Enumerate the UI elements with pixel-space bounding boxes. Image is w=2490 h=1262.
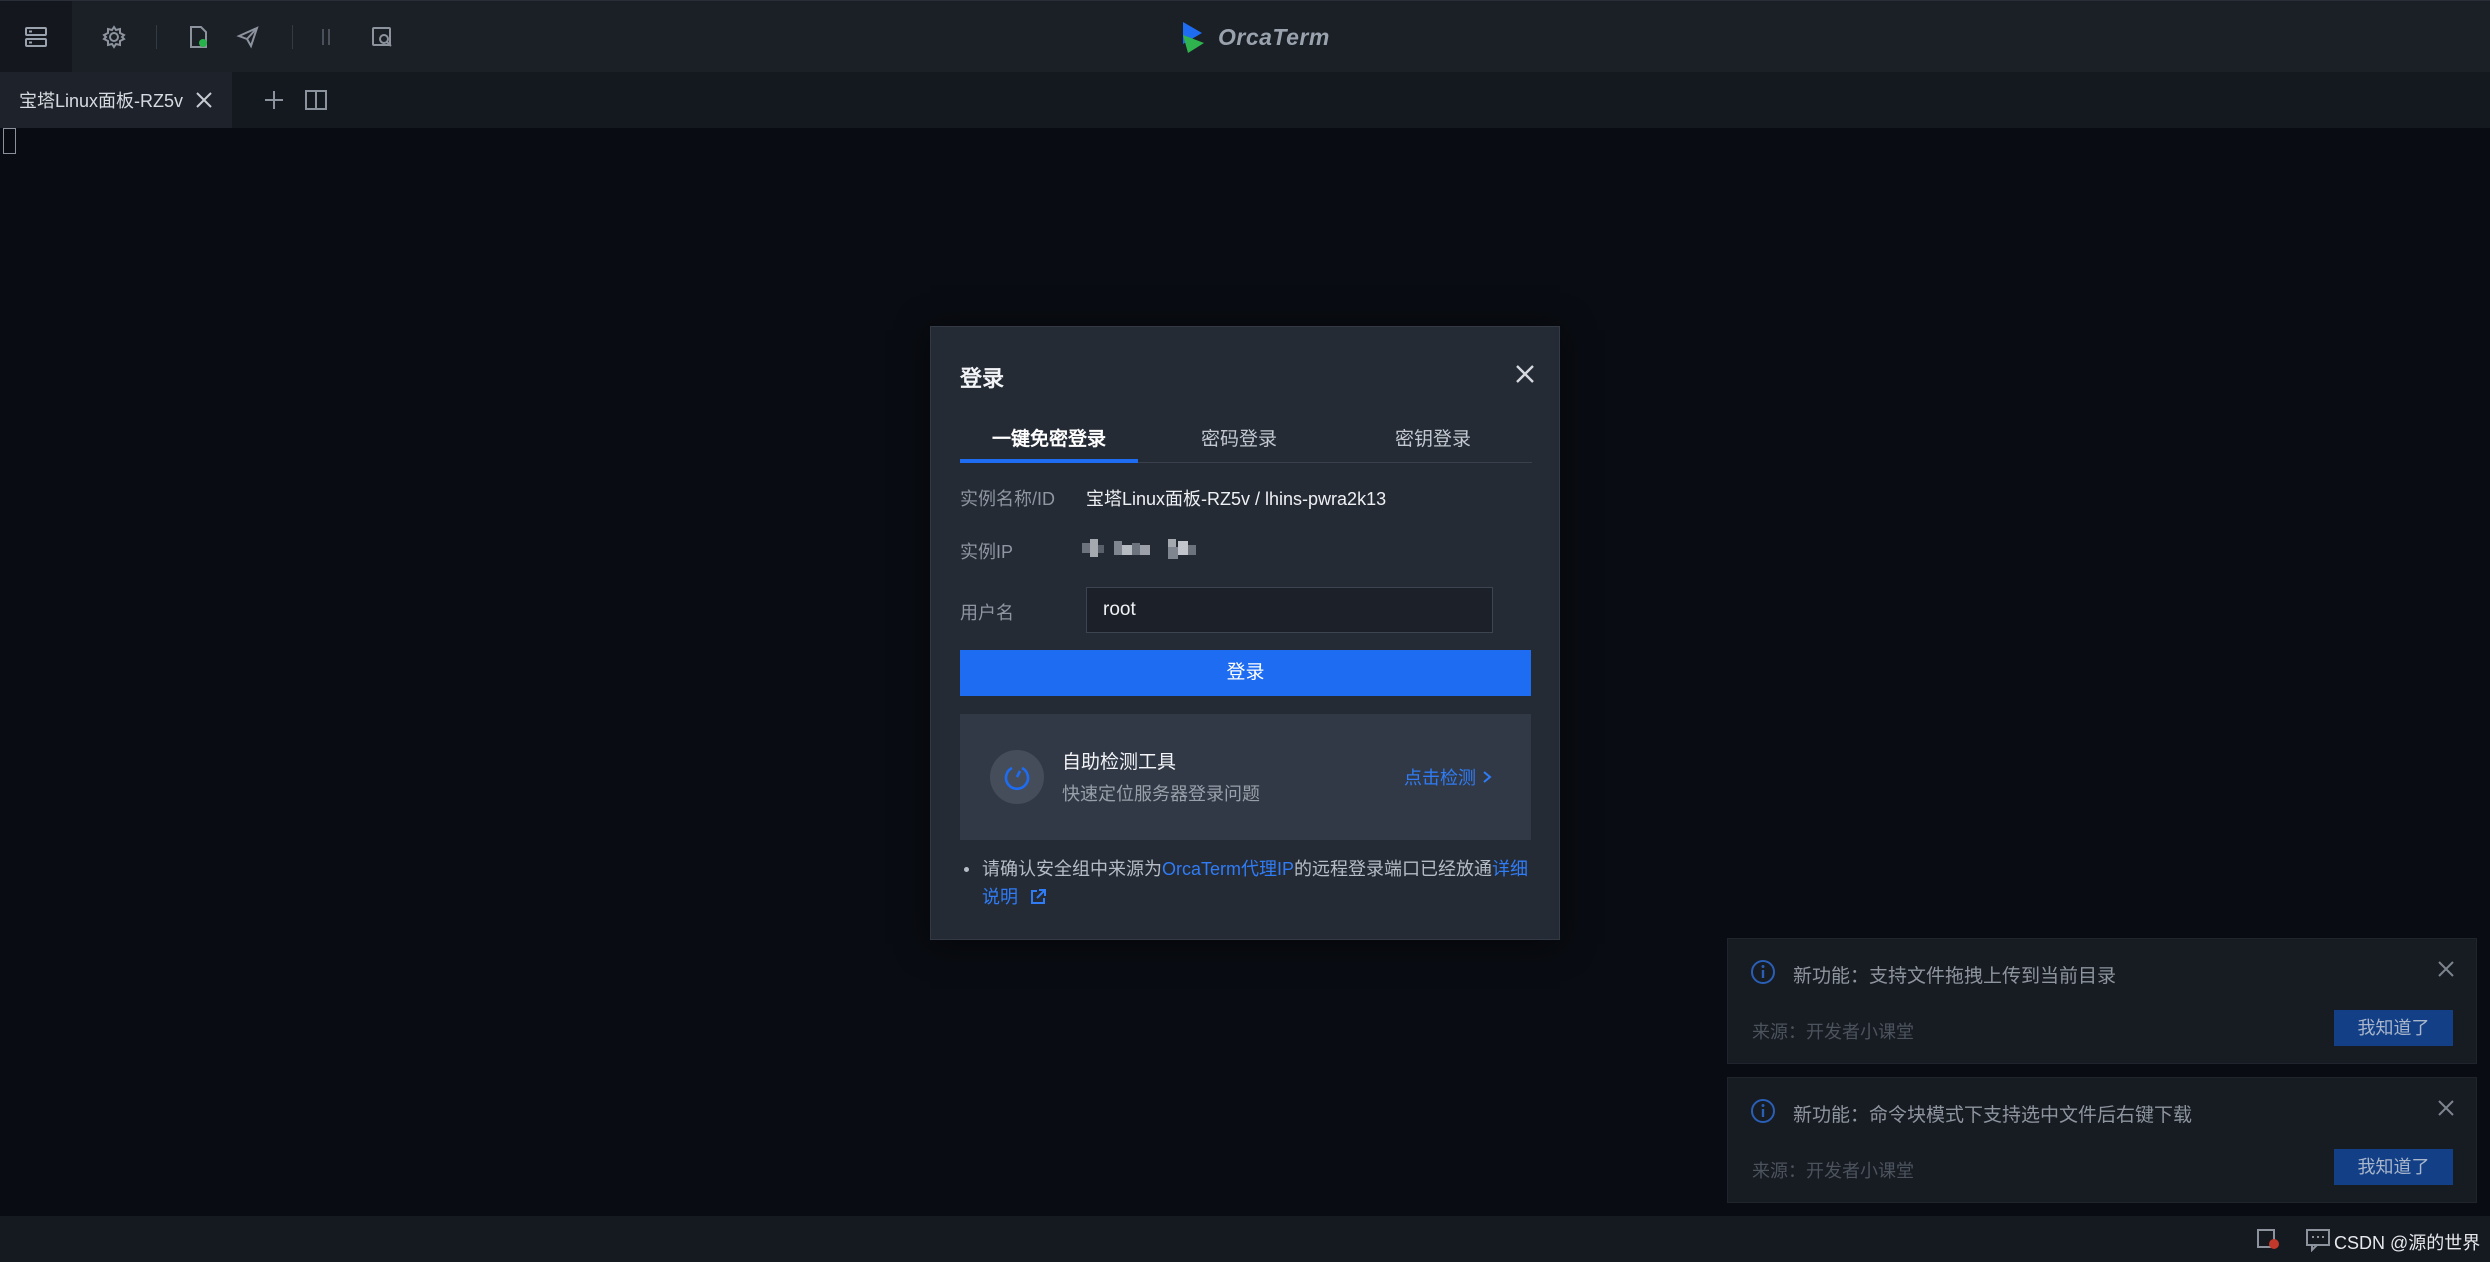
login-button[interactable]: 登录 <box>960 650 1531 696</box>
acknowledge-button[interactable]: 我知道了 <box>2334 1149 2453 1185</box>
split-view-icon[interactable] <box>302 86 330 114</box>
file-manager-icon[interactable] <box>178 17 218 57</box>
server-list-icon[interactable] <box>0 1 72 73</box>
tool-description: 快速定位服务器登录问题 <box>1062 784 1260 804</box>
bullet <box>964 867 969 872</box>
run-check-link[interactable]: 点击检测 <box>1404 764 1492 790</box>
proxy-ip-link[interactable]: OrcaTerm代理IP <box>1162 859 1294 879</box>
dialog-title: 登录 <box>960 366 1005 391</box>
send-icon[interactable] <box>228 17 268 57</box>
run-check-link-label: 点击检测 <box>1404 768 1476 788</box>
tab-passwordless-login[interactable]: 一键免密登录 <box>960 419 1138 463</box>
settings-icon[interactable] <box>94 17 134 57</box>
notification-source: 来源：开发者小课堂 <box>1752 1022 1914 1042</box>
add-tab-icon[interactable] <box>260 86 288 114</box>
terminal-cursor <box>3 128 16 154</box>
tab-password-login[interactable]: 密码登录 <box>1156 419 1322 463</box>
app-title: OrcaTerm <box>1218 23 1330 50</box>
notification-card: 新功能：命令块模式下支持选中文件后右键下载 来源：开发者小课堂 我知道了 <box>1727 1077 2477 1203</box>
status-bar: CSDN @源的世界 <box>0 1216 2490 1262</box>
close-icon[interactable] <box>2434 957 2458 981</box>
note-text-2: 的远程登录端口已经放通 <box>1294 859 1493 879</box>
login-method-tabs: 一键免密登录 密码登录 密钥登录 <box>960 419 1532 463</box>
instance-value: 宝塔Linux面板-RZ5v / lhins-pwra2k13 <box>1086 489 1387 509</box>
app-logo: OrcaTerm <box>1180 17 1330 57</box>
close-icon[interactable] <box>2434 1096 2458 1120</box>
notification-title: 新功能：命令块模式下支持选中文件后右键下载 <box>1793 1105 2193 1126</box>
username-input[interactable]: root <box>1086 587 1493 633</box>
chevron-right-icon <box>1483 771 1492 783</box>
tab-key-login[interactable]: 密钥登录 <box>1350 419 1516 463</box>
split-icon[interactable] <box>306 17 346 57</box>
info-icon <box>1751 960 1775 984</box>
top-toolbar: OrcaTerm <box>0 0 2490 73</box>
acknowledge-button[interactable]: 我知道了 <box>2334 1010 2453 1046</box>
tool-title: 自助检测工具 <box>1062 752 1177 773</box>
toolbar-divider <box>156 25 157 49</box>
self-check-tool-card: 自助检测工具 快速定位服务器登录问题 点击检测 <box>960 714 1531 840</box>
session-tab-bar: 宝塔Linux面板-RZ5v <box>0 72 2490 128</box>
login-dialog: 登录 一键免密登录 密码登录 密钥登录 实例名称/ID 宝塔Linux面板-RZ… <box>930 326 1560 940</box>
search-file-icon[interactable] <box>362 17 402 57</box>
session-tab-label: 宝塔Linux面板-RZ5v <box>19 91 184 111</box>
notification-source: 来源：开发者小课堂 <box>1752 1161 1914 1181</box>
message-icon[interactable] <box>2304 1226 2332 1252</box>
security-group-note: 请确认安全组中来源为OrcaTerm代理IP的远程登录端口已经放通详细说明 <box>960 855 1535 911</box>
username-label: 用户名 <box>960 603 1014 623</box>
notification-title: 新功能：支持文件拖拽上传到当前目录 <box>1793 966 2117 987</box>
info-icon <box>1751 1099 1775 1123</box>
watermark-text: CSDN @源的世界 <box>2334 1233 2481 1253</box>
close-icon[interactable] <box>1511 360 1539 388</box>
external-link-icon[interactable] <box>1029 888 1047 906</box>
close-tab-icon[interactable] <box>194 90 214 110</box>
notification-card: 新功能：支持文件拖拽上传到当前目录 来源：开发者小课堂 我知道了 <box>1727 938 2477 1064</box>
file-transfer-icon[interactable] <box>2254 1226 2282 1252</box>
ip-label: 实例IP <box>960 542 1014 562</box>
diagnostic-icon <box>990 750 1044 804</box>
session-tab[interactable]: 宝塔Linux面板-RZ5v <box>0 72 232 128</box>
instance-label: 实例名称/ID <box>960 489 1056 509</box>
orcaterm-logo-icon <box>1183 22 1204 53</box>
ip-value-pixelated <box>1082 539 1196 559</box>
toolbar-divider <box>292 25 293 49</box>
note-text-1: 请确认安全组中来源为 <box>982 859 1162 879</box>
